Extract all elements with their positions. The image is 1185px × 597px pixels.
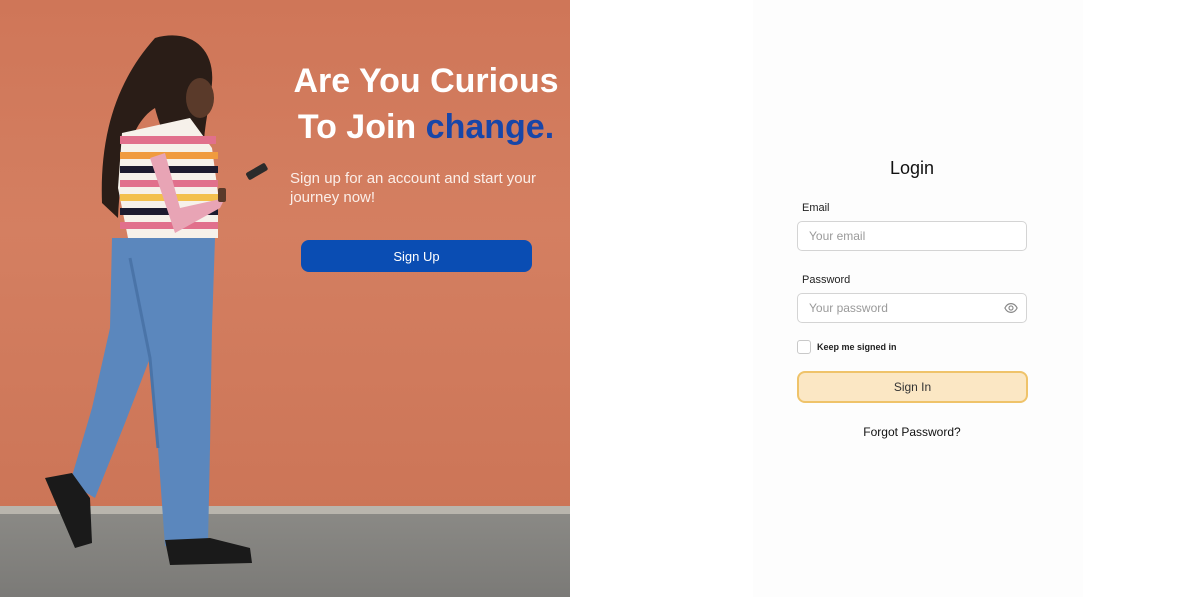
keep-signed-in-label: Keep me signed in — [817, 342, 897, 352]
password-field-wrapper — [797, 293, 1027, 323]
email-label: Email — [802, 202, 830, 214]
email-field-wrapper — [797, 221, 1027, 251]
keep-signed-in-checkbox[interactable] — [797, 340, 811, 354]
login-title: Login — [889, 158, 935, 178]
hero-headline-accent: change. — [425, 108, 555, 146]
hero-headline-line2: To Join change. — [286, 104, 566, 150]
hero-subtitle: Sign up for an account and start your jo… — [290, 170, 536, 206]
forgot-password-link[interactable]: Forgot Password? — [797, 425, 1027, 439]
hero-headline-prefix: To Join — [297, 108, 417, 146]
password-label: Password — [802, 274, 851, 286]
hero-person-illustration — [45, 35, 268, 565]
sign-up-button[interactable]: Sign Up — [301, 240, 532, 272]
sign-in-button[interactable]: Sign In — [797, 371, 1028, 403]
email-field[interactable] — [798, 222, 988, 250]
hero-headline-line1: Are You Curious — [293, 62, 559, 100]
hero-headline: Are You Curious To Join change. — [286, 58, 566, 150]
password-field[interactable] — [798, 294, 988, 322]
hero-image-panel: Are You Curious To Join change. Sign up … — [0, 0, 570, 597]
eye-icon[interactable] — [1004, 301, 1018, 315]
